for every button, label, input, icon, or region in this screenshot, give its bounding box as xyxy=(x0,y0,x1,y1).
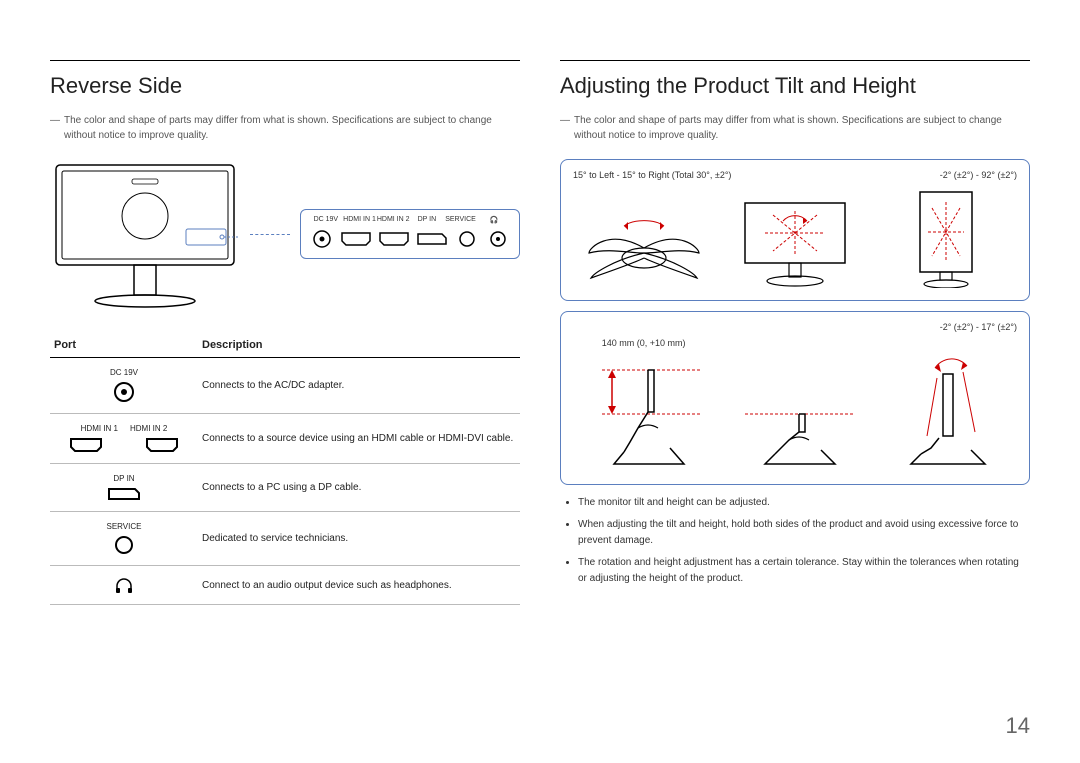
pivot-landscape-icon xyxy=(724,193,865,288)
dp-port-icon xyxy=(416,232,448,246)
table-row: Connect to an audio output device such a… xyxy=(50,566,520,605)
swivel-pivot-figure: 15° to Left - 15° to Right (Total 30°, ±… xyxy=(560,159,1030,301)
hdmi2-port-icon xyxy=(378,231,410,247)
swivel-top-view-icon xyxy=(573,198,714,288)
page-number: 14 xyxy=(1006,713,1030,739)
panel-label-dc: DC 19V xyxy=(309,216,343,224)
panel-label-hdmi1: HDMI IN 1 xyxy=(343,216,377,224)
panel-label-service: SERVICE xyxy=(444,216,478,224)
dp-icon xyxy=(107,487,141,501)
service-icon xyxy=(114,535,134,555)
left-column: Reverse Side The color and shape of part… xyxy=(50,60,520,605)
right-column: Adjusting the Product Tilt and Height Th… xyxy=(560,60,1030,605)
hdmi-icon xyxy=(145,437,179,453)
pivot-portrait-icon xyxy=(876,188,1017,288)
panel-label-hdmi2: HDMI IN 2 xyxy=(376,216,410,224)
service-port-icon xyxy=(454,231,479,247)
height-range-label: 140 mm (0, +10 mm) xyxy=(602,338,686,348)
headphones-icon xyxy=(114,576,134,594)
tilt-height-bullets: The monitor tilt and height can be adjus… xyxy=(560,495,1030,587)
ports-table: Port Description DC 19V Connects to the … xyxy=(50,333,520,605)
list-item: The monitor tilt and height can be adjus… xyxy=(578,495,1030,511)
hdmi1-port-icon xyxy=(340,231,372,247)
reverse-side-figure: DC 19V HDMI IN 1 HDMI IN 2 DP IN SERVICE… xyxy=(50,159,520,309)
height-tilt-figure: -2° (±2°) - 17° (±2°) 140 mm (0, +10 mm) xyxy=(560,311,1030,485)
table-row: HDMI IN 1 HDMI IN 2 Connects to a source… xyxy=(50,414,520,464)
table-row: DC 19V Connects to the AC/DC adapter. xyxy=(50,358,520,414)
tilt-range-label: -2° (±2°) - 17° (±2°) xyxy=(573,322,1017,332)
panel-label-dp: DP IN xyxy=(410,216,444,224)
panel-label-headphones: 🎧 xyxy=(477,216,511,224)
reverse-side-title: Reverse Side xyxy=(50,73,520,99)
ports-header-desc: Description xyxy=(198,333,520,358)
table-row: SERVICE Dedicated to service technicians… xyxy=(50,512,520,566)
monitor-back-icon xyxy=(50,159,240,309)
pivot-range-label: -2° (±2°) - 92° (±2°) xyxy=(940,170,1017,180)
reverse-side-note: The color and shape of parts may differ … xyxy=(50,113,520,143)
table-row: DP IN Connects to a PC using a DP cable. xyxy=(50,464,520,512)
height-down-icon xyxy=(735,352,855,472)
dc-port-icon xyxy=(309,230,334,248)
headphone-port-icon xyxy=(486,231,511,247)
tilt-height-note: The color and shape of parts may differ … xyxy=(560,113,1030,143)
swivel-range-label: 15° to Left - 15° to Right (Total 30°, ±… xyxy=(573,170,731,180)
list-item: When adjusting the tilt and height, hold… xyxy=(578,517,1030,549)
ports-panel: DC 19V HDMI IN 1 HDMI IN 2 DP IN SERVICE… xyxy=(300,209,520,259)
dc-icon xyxy=(113,381,135,403)
hdmi-icon xyxy=(69,437,103,453)
tilt-side-icon xyxy=(881,352,1011,472)
height-up-icon xyxy=(584,352,704,472)
tilt-height-title: Adjusting the Product Tilt and Height xyxy=(560,73,1030,99)
list-item: The rotation and height adjustment has a… xyxy=(578,555,1030,587)
ports-header-port: Port xyxy=(50,333,198,358)
